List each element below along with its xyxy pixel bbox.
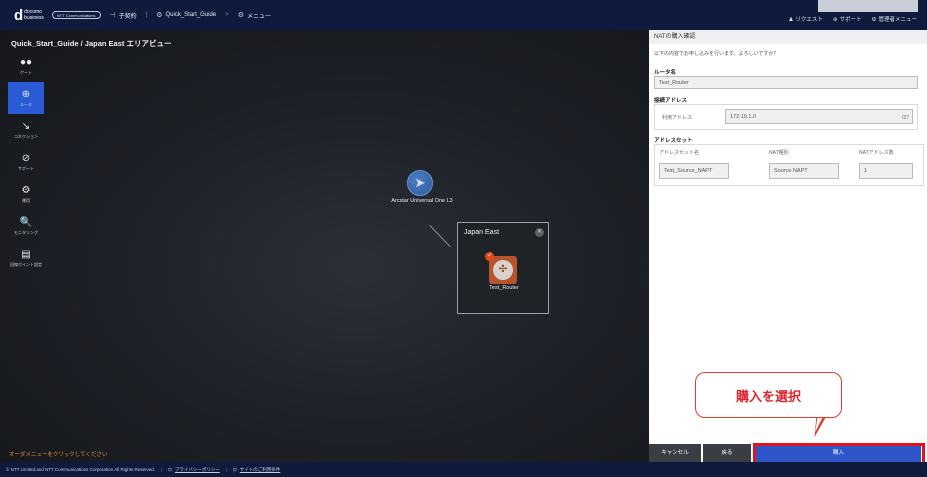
network-node-label: Arcstar Universal One L3 xyxy=(391,198,453,204)
router-label: Test_Router xyxy=(489,285,519,291)
order-sidebar: ●● ゲート ⊕ ルータ ↘ コネクション ⊘ サポート ⚙ 運用 🔍 モニタリ… xyxy=(8,50,44,274)
nat-count-field: 1 xyxy=(859,163,913,179)
cancel-button[interactable]: キャンセル xyxy=(649,444,701,462)
gear-icon: ⚙ xyxy=(156,12,163,19)
sidebar-item-label: モニタリング xyxy=(14,229,38,235)
router-node[interactable]: ✣ xyxy=(489,256,517,284)
sidebar-item-operation[interactable]: ⚙ 運用 xyxy=(8,178,44,210)
user-icon: ♟ xyxy=(788,17,794,23)
sidebar-item-label: サポート xyxy=(18,165,34,171)
area-view-canvas[interactable]: Quick_Start_Guide / Japan East エリアビュー ●●… xyxy=(0,30,649,462)
address-prefix-suffix: /27 xyxy=(902,115,909,121)
area-box-title: Japan East xyxy=(464,229,500,236)
address-set-name-field: Test_Source_NAPT xyxy=(659,163,729,179)
col-address-set-name: アドレスセット名 xyxy=(659,150,700,156)
copyright-text: © NTT Limited and NTT Communications Cor… xyxy=(6,467,155,472)
contract-icon: ⊣ xyxy=(109,12,116,19)
connect-address-label: 接続アドレス xyxy=(654,98,688,104)
available-address-label: 利用アドレス xyxy=(662,115,693,121)
nav-tenant[interactable]: ⚙ Quick_Start_Guide xyxy=(156,11,216,19)
area-box-japan-east[interactable]: Japan East ✕ ✣ ✓ Test_Router xyxy=(457,222,549,314)
window-icon: ⊡ xyxy=(168,466,172,472)
gear-icon: ⚙ xyxy=(871,17,877,23)
footer-divider: | xyxy=(225,467,228,472)
nav-menu-label: メニュー xyxy=(246,13,271,20)
router-icon: ⊕ xyxy=(21,88,31,100)
header-links: ♟ リクエスト ⊛ サポート ⚙ 管理者メニュー xyxy=(788,15,917,23)
nav-subcontract-label: 子契約 xyxy=(118,13,137,20)
back-button[interactable]: 戻る xyxy=(703,444,751,462)
router-name-label: ルータ名 xyxy=(654,70,677,76)
nav-menu[interactable]: ⚙ メニュー xyxy=(238,11,271,20)
support-link[interactable]: ⊛ サポート xyxy=(833,15,862,23)
gear-icon: ⚙ xyxy=(237,12,244,19)
sidebar-item-label: 運用 xyxy=(22,197,30,203)
sidebar-item-router[interactable]: ⊕ ルータ xyxy=(8,82,44,114)
check-icon: ✓ xyxy=(485,252,494,261)
sidebar-item-support[interactable]: ⊘ サポート xyxy=(8,146,44,178)
sidebar-item-label: ルータ xyxy=(20,101,32,107)
sidebar-item-label: ゲート xyxy=(20,69,32,75)
nav-tenant-label: Quick_Start_Guide xyxy=(165,12,217,18)
sidebar-item-label: コネクション xyxy=(14,133,38,139)
nat-type-field: Source NAPT xyxy=(769,163,839,179)
nav-subcontract[interactable]: ⊣ 子契約 xyxy=(110,11,137,20)
sidebar-item-monitoring[interactable]: 🔍 モニタリング xyxy=(8,210,44,242)
app-window: d docomo business NTT Communications ⊣ 子… xyxy=(0,0,927,477)
address-set-label: アドレスセット xyxy=(654,138,693,144)
router-icon: ✣ xyxy=(493,260,513,280)
logo-line2: business xyxy=(24,15,44,21)
available-address-field: 172.19.1.0 xyxy=(725,109,913,124)
gate-icon: ●● xyxy=(19,56,33,68)
support-icon: ⊘ xyxy=(21,152,31,164)
connection-line xyxy=(429,225,451,248)
order-hint-text: オーダメニューをクリックしてください xyxy=(9,452,108,458)
breadcrumb-separator: > xyxy=(225,12,229,18)
network-globe-icon[interactable]: ➤ xyxy=(407,170,433,196)
admin-menu-link[interactable]: ⚙ 管理者メニュー xyxy=(872,15,917,23)
top-right-bar xyxy=(818,0,918,12)
request-link[interactable]: ♟ リクエスト xyxy=(788,15,822,23)
privacy-policy-link[interactable]: プライバシーポリシー xyxy=(175,467,220,473)
sidebar-item-label: 回線ポイント設定 xyxy=(10,261,42,267)
monitor-icon: ▤ xyxy=(21,248,31,260)
sidebar-item-line-point[interactable]: ▤ 回線ポイント設定 xyxy=(8,242,44,274)
router-name-field: Test_Router xyxy=(654,76,918,89)
confirm-message: 以下の内容でお申し込みを行います。よろしいですか？ xyxy=(654,51,779,57)
close-icon[interactable]: ✕ xyxy=(535,228,544,237)
support-icon: ⊛ xyxy=(832,17,838,23)
terms-of-use-link[interactable]: サイトのご利用条件 xyxy=(240,467,281,473)
col-nat-type: NAT種別 xyxy=(769,150,789,156)
logo-mark: d xyxy=(14,6,24,24)
connection-icon: ↘ xyxy=(21,120,31,132)
settings-icon: ⚙ xyxy=(21,184,31,196)
panel-title: NATの購入確認 xyxy=(649,30,927,44)
window-icon: ⊡ xyxy=(233,466,237,472)
top-bar: d docomo business NTT Communications ⊣ 子… xyxy=(0,0,927,30)
docomo-business-logo[interactable]: d docomo business xyxy=(14,8,44,23)
monitoring-icon: 🔍 xyxy=(19,216,33,228)
sidebar-item-connection[interactable]: ↘ コネクション xyxy=(8,114,44,146)
footer-divider: | xyxy=(160,467,163,472)
page-title: Quick_Start_Guide / Japan East エリアビュー xyxy=(11,39,172,48)
sidebar-item-gate[interactable]: ●● ゲート xyxy=(8,50,44,82)
ntt-communications-logo: NTT Communications xyxy=(51,11,101,19)
callout-select-purchase: 購入を選択 xyxy=(695,372,842,418)
col-nat-count: NATアドレス数 xyxy=(859,150,894,156)
page-footer: © NTT Limited and NTT Communications Cor… xyxy=(0,462,927,477)
nav-divider: | xyxy=(145,12,148,18)
